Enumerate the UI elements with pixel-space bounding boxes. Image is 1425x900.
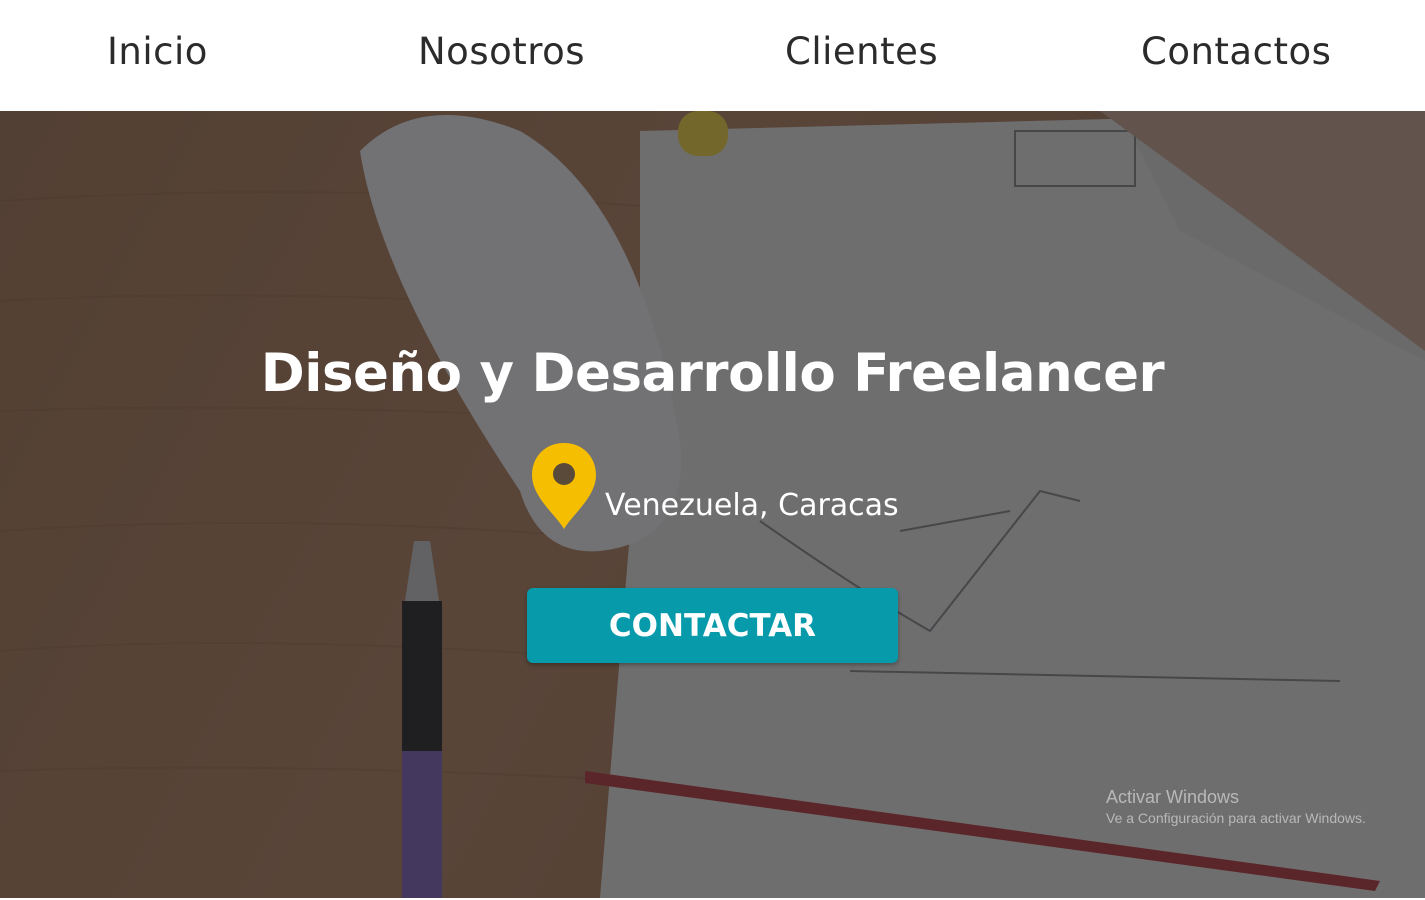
nav-link-inicio[interactable]: Inicio <box>107 30 208 73</box>
watermark-title: Activar Windows <box>1106 787 1240 807</box>
nav-link-clientes[interactable]: Clientes <box>785 30 938 73</box>
nav-link-nosotros[interactable]: Nosotros <box>418 30 585 73</box>
contactar-button[interactable]: CONTACTAR <box>527 588 898 663</box>
location-text: Venezuela, Caracas <box>605 488 899 523</box>
top-navigation: Inicio Nosotros Clientes Contactos <box>0 0 1425 111</box>
windows-activation-watermark: Activar Windows Ve a Configuración para … <box>1106 787 1366 826</box>
watermark-subtitle: Ve a Configuración para activar Windows. <box>1106 810 1366 826</box>
hero-title: Diseño y Desarrollo Freelancer <box>260 343 1165 404</box>
nav-link-contactos[interactable]: Contactos <box>1141 30 1331 73</box>
map-pin-icon <box>532 443 596 529</box>
location-block: Venezuela, Caracas <box>530 441 950 533</box>
hero-section: Diseño y Desarrollo Freelancer Venezuela… <box>0 111 1425 898</box>
